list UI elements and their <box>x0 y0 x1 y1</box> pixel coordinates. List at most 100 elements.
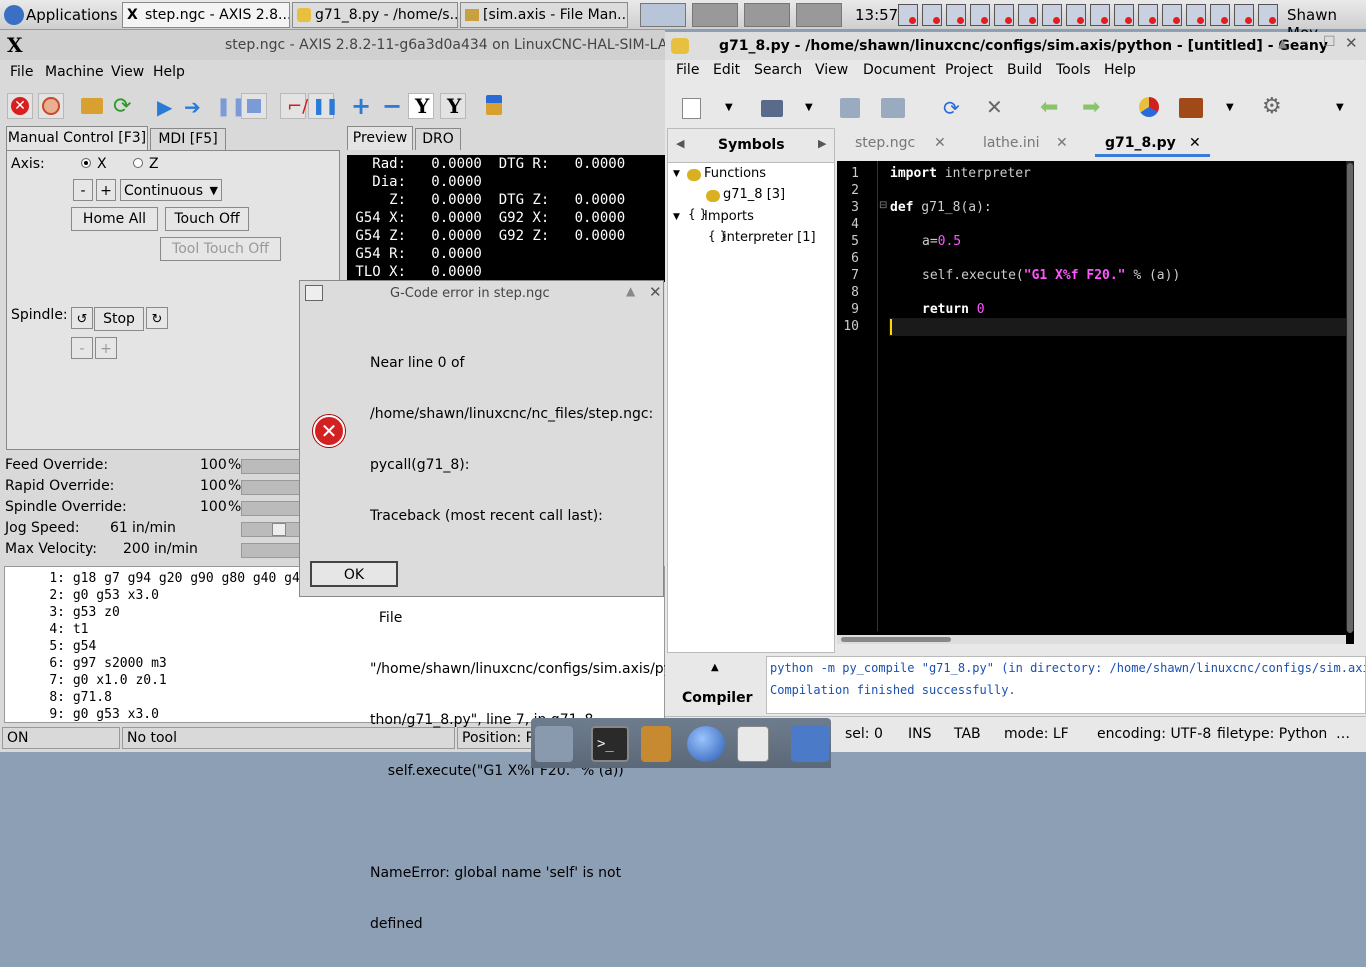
jog-mode-select[interactable]: Continuous ▼ <box>120 179 222 201</box>
tree-function-item[interactable]: g71_8 [3] <box>723 187 785 202</box>
save-button[interactable] <box>835 92 867 122</box>
window-menu-icon[interactable] <box>305 285 323 301</box>
spindle-minus-button[interactable]: - <box>71 337 93 359</box>
reload-button[interactable]: ⟳ <box>111 93 137 119</box>
file-manager-icon[interactable] <box>641 726 671 762</box>
open-file-button[interactable] <box>757 92 789 122</box>
zoom-out-button[interactable]: − <box>377 92 403 120</box>
menu-tools[interactable]: Tools <box>1056 62 1091 78</box>
task-filemanager[interactable]: [sim.axis - File Man... <box>460 2 628 28</box>
clear-live-plot-button[interactable] <box>482 93 508 119</box>
menu-document[interactable]: Document <box>863 62 936 78</box>
close-icon[interactable]: ✕ <box>1189 129 1201 157</box>
tab-manual-control[interactable]: Manual Control [F3] <box>6 126 148 150</box>
spindle-reverse-button[interactable]: ↺ <box>71 307 93 329</box>
spindle-stop-button[interactable]: Stop <box>94 307 144 331</box>
step-button[interactable]: ➔ <box>181 93 207 119</box>
close-icon[interactable]: ✕ <box>934 129 946 157</box>
tab-preview[interactable]: Preview <box>347 126 413 150</box>
tab-g71-8-py[interactable]: g71_8.py ✕ <box>1095 129 1210 157</box>
maximize-icon[interactable]: ☐ <box>1323 34 1336 50</box>
chevron-down-icon[interactable]: ▼ <box>1336 102 1344 113</box>
menu-view[interactable]: View <box>815 62 848 78</box>
estop-button[interactable]: ✕ <box>7 93 33 119</box>
power-button[interactable] <box>38 93 64 119</box>
network-icon[interactable] <box>898 4 918 26</box>
search-icon[interactable] <box>737 726 769 762</box>
shade-icon[interactable]: ▲ <box>1278 36 1287 50</box>
jog-speed-slider[interactable] <box>241 522 301 537</box>
rapid-override-slider[interactable] <box>241 480 301 495</box>
network-icon[interactable] <box>1162 4 1182 26</box>
block-delete-button[interactable]: ⌐/ <box>280 93 308 119</box>
chevron-down-icon[interactable]: ▼ <box>805 102 813 113</box>
zoom-in-button[interactable]: + <box>348 92 374 120</box>
minimize-icon[interactable]: – <box>1301 34 1308 50</box>
optional-stop-button[interactable]: ❚❚ <box>308 93 339 119</box>
chevron-left-icon[interactable]: ◀ <box>676 137 684 150</box>
stop-button[interactable] <box>241 93 267 119</box>
menu-search[interactable]: Search <box>754 62 802 78</box>
task-geany[interactable]: g71_8.py - /home/s... <box>292 2 458 28</box>
network-icon[interactable] <box>1042 4 1062 26</box>
close-icon[interactable]: ✕ <box>649 283 662 301</box>
network-icon[interactable] <box>1234 4 1254 26</box>
touch-off-button[interactable]: Touch Off <box>165 207 249 231</box>
network-icon[interactable] <box>1186 4 1206 26</box>
network-icon[interactable] <box>922 4 942 26</box>
workspace-3[interactable] <box>744 3 790 27</box>
save-all-button[interactable] <box>877 92 909 122</box>
menu-view[interactable]: View <box>111 64 144 80</box>
back-button[interactable]: ⬅ <box>1035 92 1067 122</box>
menu-file[interactable]: File <box>10 64 33 80</box>
chevron-down-icon[interactable]: ▼ <box>1226 102 1234 113</box>
tab-mdi[interactable]: MDI [F5] <box>150 128 226 150</box>
preferences-button[interactable]: ⚙ <box>1257 92 1289 122</box>
axis-x-radio[interactable]: X <box>81 156 107 172</box>
max-velocity-slider[interactable] <box>241 543 301 558</box>
vertical-scrollbar[interactable] <box>1346 161 1354 633</box>
compiler-output[interactable]: python -m py_compile "g71_8.py" (in dire… <box>766 656 1366 714</box>
fold-icon[interactable]: ⊟ <box>879 200 887 211</box>
forward-button[interactable]: ➡ <box>1077 92 1109 122</box>
clock[interactable]: 13:57 <box>855 6 898 24</box>
horizontal-scrollbar[interactable] <box>837 635 1346 644</box>
close-file-button[interactable]: ✕ <box>978 92 1010 122</box>
terminal-icon[interactable]: >_ <box>591 726 629 762</box>
view-y-rotated-button[interactable]: Y <box>440 93 466 119</box>
scrollbar-thumb[interactable] <box>1347 163 1353 633</box>
workspace-4[interactable] <box>796 3 842 27</box>
menu-help[interactable]: Help <box>1104 62 1136 78</box>
menu-build[interactable]: Build <box>1007 62 1042 78</box>
expander-icon[interactable]: ▼ <box>673 169 680 179</box>
spindle-override-slider[interactable] <box>241 501 301 516</box>
network-icon[interactable] <box>1090 4 1110 26</box>
close-icon[interactable]: ✕ <box>1056 129 1068 157</box>
axis-z-radio[interactable]: Z <box>133 156 159 172</box>
network-icon[interactable] <box>970 4 990 26</box>
spindle-forward-button[interactable]: ↻ <box>146 307 168 329</box>
run-button[interactable]: ▶ <box>152 93 178 119</box>
menu-edit[interactable]: Edit <box>713 62 740 78</box>
pause-button[interactable]: ❚❚ <box>211 93 246 119</box>
network-icon[interactable] <box>946 4 966 26</box>
chevron-down-icon[interactable]: ▼ <box>725 102 733 113</box>
expander-icon[interactable]: ▼ <box>673 212 680 222</box>
open-file-button[interactable] <box>79 93 105 119</box>
network-icon[interactable] <box>1258 4 1278 26</box>
applications-menu[interactable]: Applications <box>2 2 118 28</box>
network-icon[interactable] <box>1138 4 1158 26</box>
folder-icon[interactable] <box>791 726 829 762</box>
tab-symbols[interactable]: Symbols <box>718 137 785 153</box>
new-file-button[interactable] <box>677 92 709 122</box>
compile-button[interactable] <box>1133 92 1165 122</box>
spindle-plus-button[interactable]: + <box>95 337 117 359</box>
show-desktop-icon[interactable] <box>535 726 573 762</box>
network-icon[interactable] <box>1018 4 1038 26</box>
maximize-icon[interactable]: ▲ <box>626 284 635 298</box>
menu-file[interactable]: File <box>676 62 699 78</box>
code-editor[interactable]: 1 2 3 4 5 6 7 8 9 10 ⊟ import interprete… <box>837 161 1354 644</box>
tree-import-item[interactable]: interpreter [1] <box>723 230 816 245</box>
slider-handle[interactable] <box>272 523 286 536</box>
task-axis[interactable]: X step.ngc - AXIS 2.8.... <box>122 2 290 28</box>
